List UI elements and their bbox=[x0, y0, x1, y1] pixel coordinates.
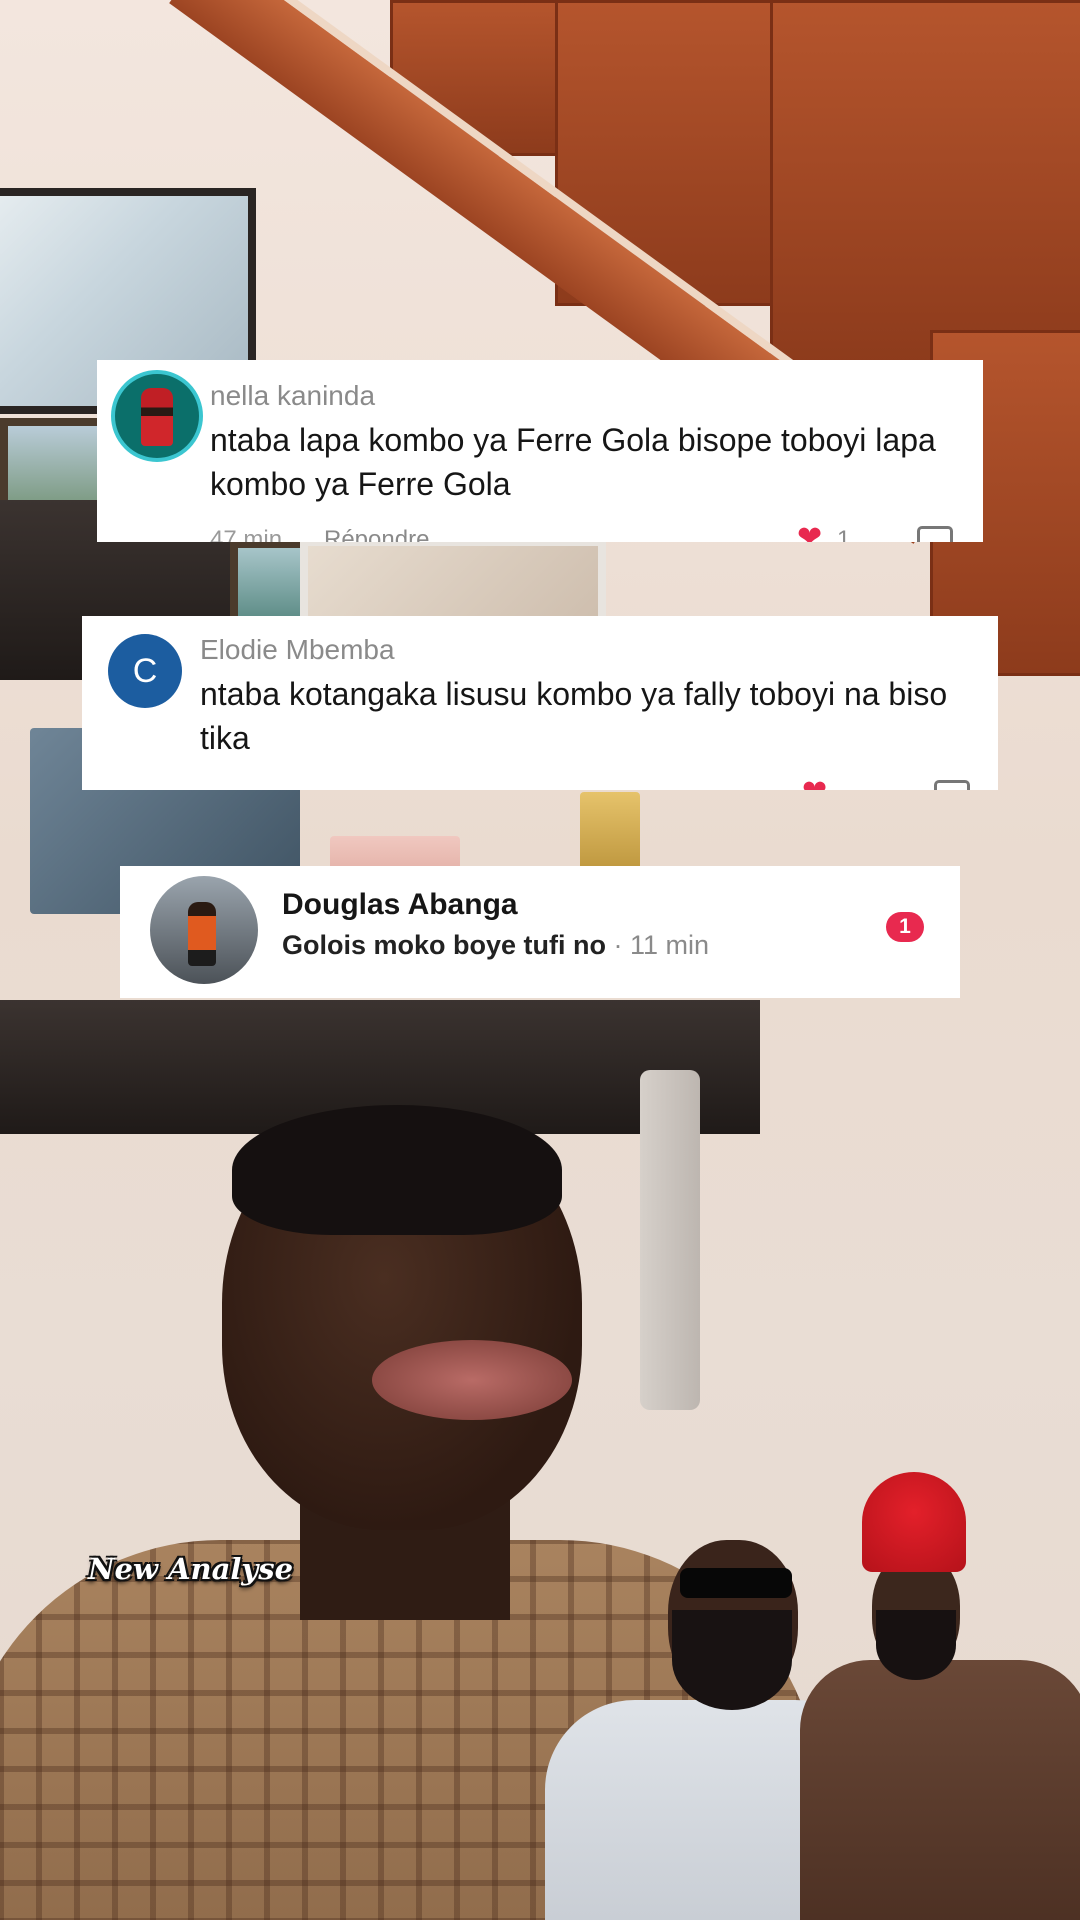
staircase-step bbox=[770, 0, 1080, 366]
comment-username[interactable]: nella kaninda bbox=[210, 380, 375, 412]
avatar-letter: C bbox=[108, 634, 182, 708]
message-notification[interactable]: Douglas Abanga Golois moko boye tufi no … bbox=[120, 866, 960, 998]
sticker-man-beard bbox=[672, 1610, 792, 1710]
message-icon[interactable] bbox=[917, 526, 953, 542]
comment-text: ntaba lapa kombo ya Ferre Gola bisope to… bbox=[210, 422, 936, 502]
comment-text: ntaba kotangaka lisusu kombo ya fally to… bbox=[200, 676, 948, 756]
sticker-man-sunglasses bbox=[680, 1568, 792, 1598]
sticker-man-red-beanie bbox=[862, 1472, 966, 1572]
message-text: Golois moko boye tufi no bbox=[282, 930, 606, 960]
message-time: · 11 min bbox=[613, 930, 710, 960]
comment-card: C Elodie Mbemba ntaba kotangaka lisusu k… bbox=[82, 616, 998, 790]
reply-button[interactable]: Répondre bbox=[324, 526, 429, 542]
sticker-man-beard bbox=[876, 1610, 956, 1680]
person-lips bbox=[372, 1340, 572, 1420]
overlay-title: New Analyse bbox=[88, 1552, 294, 1586]
message-preview: Golois moko boye tufi no · 11 min bbox=[282, 930, 709, 961]
unread-badge: 1 bbox=[886, 912, 924, 942]
message-icon[interactable] bbox=[934, 780, 970, 790]
profile-photo-red-hat-icon bbox=[141, 388, 173, 446]
like-count: 1 bbox=[837, 526, 851, 542]
profile-photo-person-icon bbox=[188, 902, 216, 966]
avatar[interactable]: C bbox=[108, 634, 182, 708]
shelf-bracket bbox=[640, 1070, 700, 1410]
avatar[interactable] bbox=[150, 876, 258, 984]
sender-name: Douglas Abanga bbox=[282, 888, 518, 921]
avatar[interactable] bbox=[111, 370, 203, 462]
sticker-man-jacket bbox=[800, 1660, 1080, 1920]
heart-icon[interactable]: ❤ bbox=[797, 520, 822, 542]
comment-time: 47 min bbox=[210, 526, 283, 542]
heart-icon[interactable]: ❤ bbox=[802, 774, 827, 790]
comment-username[interactable]: Elodie Mbemba bbox=[200, 634, 395, 666]
person-hair bbox=[232, 1105, 562, 1235]
comment-card: nella kaninda ntaba lapa kombo ya Ferre … bbox=[97, 360, 983, 542]
